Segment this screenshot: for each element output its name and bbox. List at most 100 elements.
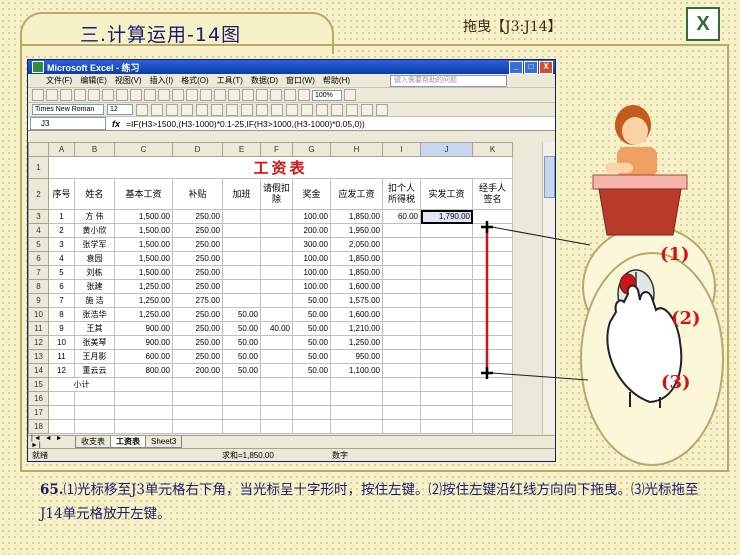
cell[interactable] xyxy=(382,391,421,406)
hyperlink-icon[interactable] xyxy=(228,89,240,101)
cell[interactable] xyxy=(472,419,513,434)
col-header-j[interactable]: J xyxy=(420,142,473,157)
cell[interactable] xyxy=(260,419,293,434)
cell[interactable] xyxy=(382,237,421,252)
cell[interactable]: 100.00 xyxy=(292,265,331,280)
cell[interactable]: 刘栋 xyxy=(74,265,115,280)
cell[interactable]: 50.00 xyxy=(292,349,331,364)
cut-icon[interactable] xyxy=(144,89,156,101)
align-right-icon[interactable] xyxy=(211,103,223,116)
merge-center-icon[interactable] xyxy=(226,103,238,116)
cell[interactable] xyxy=(330,419,383,434)
currency-icon[interactable] xyxy=(241,103,253,116)
cell[interactable] xyxy=(292,377,331,392)
cell[interactable] xyxy=(260,279,293,294)
row-header[interactable]: 5 xyxy=(28,237,49,252)
menu-tools[interactable]: 工具(T) xyxy=(217,75,243,86)
drawing-icon[interactable] xyxy=(298,89,310,101)
cell[interactable]: 50.00 xyxy=(292,293,331,308)
menu-insert[interactable]: 插入(I) xyxy=(150,75,174,86)
cell[interactable] xyxy=(222,419,261,434)
cell[interactable]: 250.00 xyxy=(172,223,223,238)
header-cell[interactable]: 加班 xyxy=(222,178,261,210)
header-cell[interactable]: 实发工资 xyxy=(420,178,473,210)
chart-wizard-icon[interactable] xyxy=(284,89,296,101)
cell[interactable] xyxy=(222,223,261,238)
menu-data[interactable]: 数据(D) xyxy=(251,75,278,86)
cell[interactable]: 250.00 xyxy=(172,279,223,294)
cell[interactable] xyxy=(260,251,293,266)
cell[interactable] xyxy=(74,419,115,434)
sort-asc-icon[interactable] xyxy=(256,89,268,101)
cell[interactable]: 900.00 xyxy=(114,335,173,350)
sheet-tab-sheet3[interactable]: Sheet3 xyxy=(145,436,183,448)
row-header[interactable]: 12 xyxy=(28,335,49,350)
cell[interactable]: 5 xyxy=(48,265,75,280)
cell[interactable]: 1,250.00 xyxy=(114,293,173,308)
align-center-icon[interactable] xyxy=(196,103,208,116)
cell[interactable]: 1,850.00 xyxy=(330,209,383,224)
col-header-i[interactable]: I xyxy=(382,142,421,157)
cell[interactable] xyxy=(420,265,473,280)
cell[interactable]: 12 xyxy=(48,363,75,378)
cell[interactable] xyxy=(114,405,173,420)
col-header-e[interactable]: E xyxy=(222,142,261,157)
permission-icon[interactable] xyxy=(74,89,86,101)
header-cell[interactable]: 奖金 xyxy=(292,178,331,210)
new-icon[interactable] xyxy=(32,89,44,101)
cell[interactable]: 张学军 xyxy=(74,237,115,252)
font-name-select[interactable]: Times New Roman xyxy=(32,104,104,115)
font-color-icon[interactable] xyxy=(376,103,388,116)
cell[interactable] xyxy=(260,349,293,364)
cell[interactable]: 50.00 xyxy=(222,363,261,378)
decrease-decimal-icon[interactable] xyxy=(301,103,313,116)
cell[interactable] xyxy=(382,363,421,378)
row-header[interactable]: 17 xyxy=(28,405,49,420)
cell[interactable]: 250.00 xyxy=(172,307,223,322)
row-header[interactable]: 9 xyxy=(28,293,49,308)
col-header-c[interactable]: C xyxy=(114,142,173,157)
cell[interactable]: 250.00 xyxy=(172,209,223,224)
menu-format[interactable]: 格式(O) xyxy=(181,75,209,86)
cell[interactable] xyxy=(472,405,513,420)
cell[interactable] xyxy=(382,223,421,238)
cell[interactable]: 1,850.00 xyxy=(330,251,383,266)
cell[interactable] xyxy=(48,391,75,406)
cell[interactable]: 50.00 xyxy=(222,321,261,336)
cell[interactable]: 1,950.00 xyxy=(330,223,383,238)
cell[interactable] xyxy=(172,377,223,392)
row-header[interactable]: 10 xyxy=(28,307,49,322)
fill-color-icon[interactable] xyxy=(361,103,373,116)
cell[interactable]: 50.00 xyxy=(222,307,261,322)
cell[interactable]: 100.00 xyxy=(292,279,331,294)
row-header[interactable]: 4 xyxy=(28,223,49,238)
col-header-b[interactable]: B xyxy=(74,142,115,157)
row-header[interactable]: 2 xyxy=(28,178,49,210)
cell[interactable] xyxy=(222,377,261,392)
help-search-input[interactable]: 键入需要帮助的问题 xyxy=(390,75,507,87)
cell[interactable]: 1,500.00 xyxy=(114,209,173,224)
maximize-button[interactable]: □ xyxy=(524,61,538,74)
name-box[interactable]: J3 xyxy=(30,117,106,130)
zoom-select[interactable]: 100% xyxy=(312,89,342,101)
cell[interactable]: 王月影 xyxy=(74,349,115,364)
cell[interactable] xyxy=(420,279,473,294)
cell[interactable]: 9 xyxy=(48,321,75,336)
open-icon[interactable] xyxy=(46,89,58,101)
cell[interactable]: 4 xyxy=(48,251,75,266)
row-header[interactable]: 15 xyxy=(28,377,49,392)
header-cell[interactable]: 应发工资 xyxy=(330,178,383,210)
borders-icon[interactable] xyxy=(346,103,358,116)
cell[interactable]: 王其 xyxy=(74,321,115,336)
format-painter-icon[interactable] xyxy=(186,89,198,101)
comma-icon[interactable] xyxy=(271,103,283,116)
cell[interactable]: 275.00 xyxy=(172,293,223,308)
cell[interactable] xyxy=(420,349,473,364)
cell[interactable] xyxy=(260,237,293,252)
menu-view[interactable]: 视图(V) xyxy=(115,75,142,86)
row-header[interactable]: 13 xyxy=(28,349,49,364)
header-cell[interactable]: 姓名 xyxy=(74,178,115,210)
cell[interactable]: 张美琴 xyxy=(74,335,115,350)
cell[interactable] xyxy=(74,391,115,406)
cell[interactable]: 10 xyxy=(48,335,75,350)
